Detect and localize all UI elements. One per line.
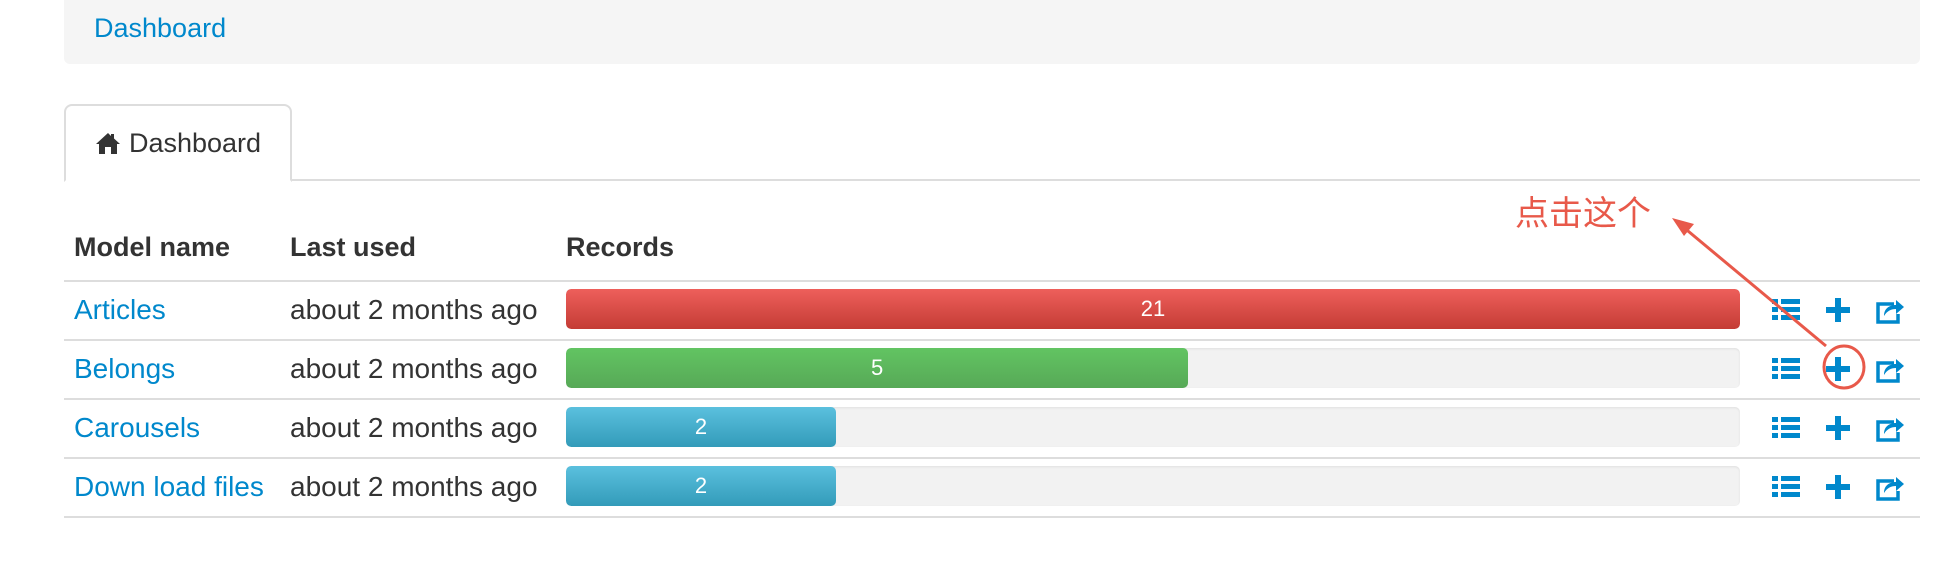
- records-bar: 2: [566, 407, 837, 447]
- table-row: Belongs about 2 months ago 5: [64, 341, 1920, 400]
- export-icon[interactable]: [1874, 353, 1906, 385]
- header-records: Records: [566, 232, 675, 262]
- last-used-value: about 2 months ago: [290, 471, 538, 502]
- last-used-value: about 2 months ago: [290, 412, 538, 443]
- last-used-value: about 2 months ago: [290, 353, 538, 384]
- tab-dashboard-label: Dashboard: [128, 127, 262, 158]
- plus-icon[interactable]: [1822, 412, 1854, 444]
- annotation-label: 点击这个: [1515, 194, 1651, 234]
- records-bar: 2: [566, 466, 837, 506]
- records-progress: 2: [566, 407, 1740, 447]
- header-model-name: Model name: [74, 232, 231, 262]
- table-row: Carousels about 2 months ago 2: [64, 400, 1920, 459]
- export-icon[interactable]: [1874, 294, 1906, 326]
- export-icon[interactable]: [1874, 412, 1906, 444]
- model-link-down-load-files[interactable]: Down load files: [74, 471, 264, 503]
- table-row: Articles about 2 months ago 21: [64, 282, 1920, 341]
- records-bar: 21: [566, 289, 1740, 329]
- records-progress: 5: [566, 348, 1740, 388]
- breadcrumb-dashboard-link[interactable]: Dashboard: [94, 13, 226, 44]
- table-row: Down load files about 2 months ago 2: [64, 459, 1920, 518]
- plus-icon[interactable]: [1822, 471, 1854, 503]
- plus-icon[interactable]: [1822, 294, 1854, 326]
- records-progress: 2: [566, 466, 1740, 506]
- export-icon[interactable]: [1874, 471, 1906, 503]
- row-actions: [1764, 412, 1914, 444]
- tab-bar: Dashboard: [64, 104, 1920, 182]
- list-icon[interactable]: [1770, 353, 1802, 385]
- last-used-value: about 2 months ago: [290, 294, 538, 325]
- row-actions: [1764, 353, 1914, 385]
- model-link-belongs[interactable]: Belongs: [74, 353, 175, 385]
- home-icon: [95, 131, 121, 155]
- breadcrumb: Dashboard: [64, 0, 1920, 64]
- models-table: Model name Last used Records Articles ab…: [64, 222, 1920, 518]
- plus-icon[interactable]: [1822, 353, 1854, 385]
- row-actions: [1764, 471, 1914, 503]
- header-last-used: Last used: [290, 232, 417, 262]
- model-link-articles[interactable]: Articles: [74, 294, 166, 326]
- model-link-carousels[interactable]: Carousels: [74, 412, 200, 444]
- records-progress: 21: [566, 289, 1740, 329]
- records-bar: 5: [566, 348, 1189, 388]
- list-icon[interactable]: [1770, 294, 1802, 326]
- tab-dashboard[interactable]: Dashboard: [64, 104, 292, 182]
- list-icon[interactable]: [1770, 412, 1802, 444]
- row-actions: [1764, 294, 1914, 326]
- list-icon[interactable]: [1770, 471, 1802, 503]
